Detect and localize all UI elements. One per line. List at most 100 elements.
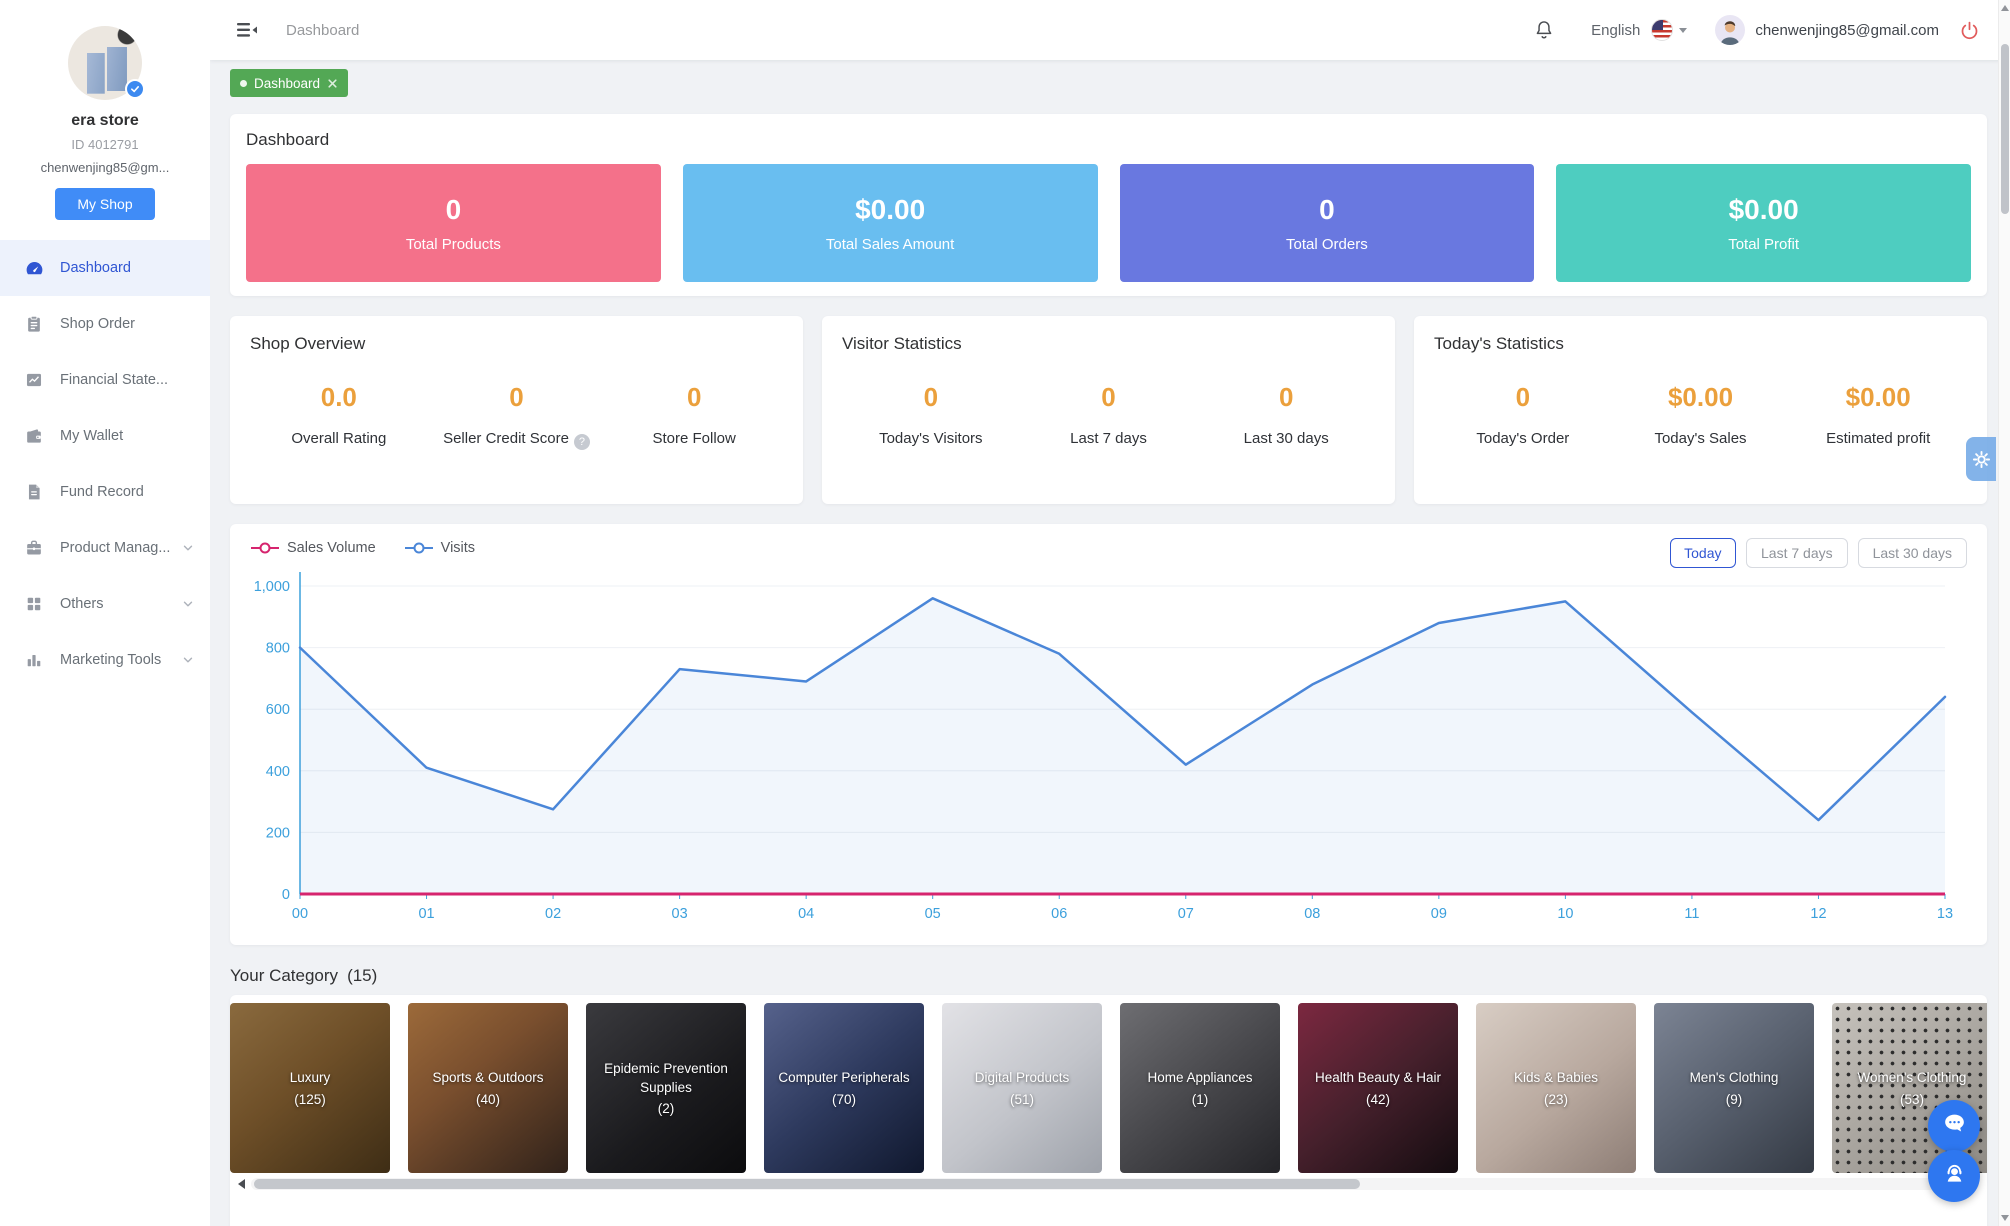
category-card-health-beauty-hair[interactable]: Health Beauty & Hair (42) bbox=[1298, 1003, 1458, 1173]
legend-label: Sales Volume bbox=[287, 540, 376, 556]
category-card-epidemic-prevention-supplies[interactable]: Epidemic Prevention Supplies (2) bbox=[586, 1003, 746, 1173]
panel-stat-label: Estimated profit bbox=[1826, 430, 1931, 447]
panel-stat-label: Today's Sales bbox=[1654, 430, 1747, 447]
panel-stat-value: 0.0 bbox=[320, 382, 357, 412]
category-card-kids-babies[interactable]: Kids & Babies (23) bbox=[1476, 1003, 1636, 1173]
menu-collapse-icon[interactable] bbox=[236, 21, 258, 39]
category-card-digital-products[interactable]: Digital Products (51) bbox=[942, 1003, 1102, 1173]
range-button-today[interactable]: Today bbox=[1669, 538, 1736, 568]
sidebar-item-fund-record[interactable]: Fund Record bbox=[0, 464, 210, 520]
horizontal-scrollbar-thumb[interactable] bbox=[254, 1178, 1360, 1189]
sidebar-item-label: Marketing Tools bbox=[60, 652, 162, 668]
category-product-count: (9) bbox=[1725, 1091, 1743, 1107]
stat-label: Total Products bbox=[405, 235, 501, 253]
category-product-count: (51) bbox=[1009, 1091, 1034, 1107]
category-card-men-s-clothing[interactable]: Men's Clothing (9) bbox=[1654, 1003, 1814, 1173]
sidebar-item-label: Others bbox=[60, 596, 104, 612]
category-name: Digital Products bbox=[974, 1070, 1070, 1086]
category-name: Women's Clothing bbox=[1857, 1070, 1967, 1086]
category-name: Home Appliances bbox=[1147, 1070, 1253, 1086]
svg-text:11: 11 bbox=[1684, 906, 1699, 922]
tab-close-icon[interactable] bbox=[327, 78, 338, 89]
category-card-container: Luxury (125) Sports & Outdoors (40) Epidemic… bbox=[230, 995, 1987, 1226]
panel-today-s-statistics: Today's Statistics 0 Today's Order $0.00 Tod… bbox=[1414, 316, 1987, 504]
logout-icon[interactable] bbox=[1959, 20, 1980, 41]
range-button-last-7-days[interactable]: Last 7 days bbox=[1746, 538, 1848, 568]
notification-bell-icon[interactable] bbox=[1533, 19, 1555, 41]
store-email: chenwenjing85@gm... bbox=[40, 160, 170, 175]
page-title: Dashboard bbox=[286, 21, 360, 39]
sidebar-item-marketing-tools[interactable]: Marketing Tools bbox=[0, 632, 210, 688]
sales-visits-chart: 0 200 400 600 800 1,000 00 01 02 03 04 05 06 07 08 09 10… bbox=[254, 572, 1953, 922]
chat-button[interactable] bbox=[1928, 1100, 1980, 1152]
legend-marker-icon bbox=[404, 542, 433, 554]
vertical-scrollbar-thumb[interactable] bbox=[2000, 44, 2009, 214]
overview-stat-grid: 0 Total Products $0.00 Total Sales Amount 0 T… bbox=[246, 164, 1971, 282]
svg-text:800: 800 bbox=[266, 641, 290, 657]
stat-label: Total Orders bbox=[1286, 235, 1368, 253]
sidebar-item-label: My Wallet bbox=[60, 428, 124, 444]
store-avatar[interactable] bbox=[68, 26, 145, 100]
category-name: Sports & Outdoors bbox=[432, 1070, 544, 1086]
svg-text:05: 05 bbox=[925, 906, 941, 922]
category-card-computer-peripherals[interactable]: Computer Peripherals (70) bbox=[764, 1003, 924, 1173]
panel-stat-value: 0 bbox=[1101, 382, 1116, 412]
panel-stat-today-s-sales: $0.00 Today's Sales bbox=[1612, 382, 1790, 447]
category-name: Luxury bbox=[289, 1070, 331, 1086]
legend-item-visits[interactable]: Visits bbox=[404, 540, 475, 556]
legend-item-sales-volume[interactable]: Sales Volume bbox=[250, 540, 376, 556]
tab-dashboard[interactable]: Dashboard bbox=[230, 69, 349, 97]
panel-stat-label: Store Follow bbox=[652, 430, 736, 447]
category-card-sports-outdoors[interactable]: Sports & Outdoors (40) bbox=[408, 1003, 568, 1173]
category-card-luxury[interactable]: Luxury (125) bbox=[230, 1003, 390, 1173]
us-flag-icon bbox=[1651, 19, 1674, 41]
scroll-down-icon[interactable] bbox=[2001, 1215, 2009, 1221]
sidebar-item-dashboard[interactable]: Dashboard bbox=[0, 240, 210, 296]
category-product-count: (70) bbox=[831, 1091, 856, 1107]
sidebar-item-financial-state[interactable]: Financial State... bbox=[0, 352, 210, 408]
sidebar-item-label: Dashboard bbox=[60, 260, 131, 276]
category-card-home-appliances[interactable]: Home Appliances (1) bbox=[1120, 1003, 1280, 1173]
panel-stat-value: 0 bbox=[1515, 382, 1531, 412]
verified-badge-icon bbox=[125, 79, 145, 99]
user-email[interactable]: chenwenjing85@gmail.com bbox=[1755, 22, 1939, 39]
svg-text:08: 08 bbox=[1304, 906, 1320, 922]
svg-text:02: 02 bbox=[545, 906, 561, 922]
user-avatar[interactable] bbox=[1715, 15, 1746, 45]
sidebar-item-shop-order[interactable]: Shop Order bbox=[0, 296, 210, 352]
svg-text:06: 06 bbox=[1051, 906, 1067, 922]
category-name: Men's Clothing bbox=[1689, 1070, 1779, 1086]
help-icon[interactable]: ? bbox=[573, 434, 590, 450]
category-product-count: (53) bbox=[1899, 1091, 1924, 1107]
my-shop-button[interactable]: My Shop bbox=[55, 188, 155, 220]
store-name: era store bbox=[71, 112, 139, 129]
support-button[interactable] bbox=[1928, 1150, 1980, 1202]
caret-down-icon bbox=[1679, 27, 1688, 33]
legend-label: Visits bbox=[440, 540, 476, 556]
overview-card: Dashboard 0 Total Products $0.00 Total Sale… bbox=[230, 114, 1987, 296]
svg-text:01: 01 bbox=[418, 906, 434, 922]
panel-stat-seller-credit-score: 0 Seller Credit Score? bbox=[428, 382, 606, 450]
sidebar-item-my-wallet[interactable]: My Wallet bbox=[0, 408, 210, 464]
top-header: Dashboard English chenwenjing85@gmail.co… bbox=[210, 0, 2010, 60]
stat-value: $0.00 bbox=[1728, 193, 1799, 225]
chart-card: 0 200 400 600 800 1,000 00 01 02 03 04 05 06 07 08 09 10… bbox=[230, 524, 1987, 945]
horizontal-scrollbar[interactable] bbox=[251, 1177, 1979, 1190]
category-product-count: (40) bbox=[475, 1091, 500, 1107]
language-flag-dropdown[interactable] bbox=[1651, 19, 1688, 41]
sidebar-item-others[interactable]: Others bbox=[0, 576, 210, 632]
scroll-left-icon[interactable] bbox=[238, 1178, 245, 1189]
chevron-down-icon bbox=[182, 598, 194, 610]
panel-stat-value: $0.00 bbox=[1667, 382, 1734, 412]
sidebar-item-product-manag[interactable]: Product Manag... bbox=[0, 520, 210, 576]
chevron-down-icon bbox=[182, 542, 194, 554]
range-button-last-30-days[interactable]: Last 30 days bbox=[1857, 538, 1967, 568]
language-label[interactable]: English bbox=[1591, 22, 1640, 39]
category-name: Kids & Babies bbox=[1513, 1070, 1599, 1086]
scroll-up-icon[interactable] bbox=[2001, 5, 2009, 11]
marketing-tools-icon bbox=[24, 650, 44, 670]
vertical-scrollbar[interactable] bbox=[1998, 0, 2010, 1226]
svg-text:1,000: 1,000 bbox=[254, 579, 290, 595]
panel-stat-value: 0 bbox=[1278, 382, 1294, 412]
settings-gear-button[interactable] bbox=[1966, 437, 1996, 481]
